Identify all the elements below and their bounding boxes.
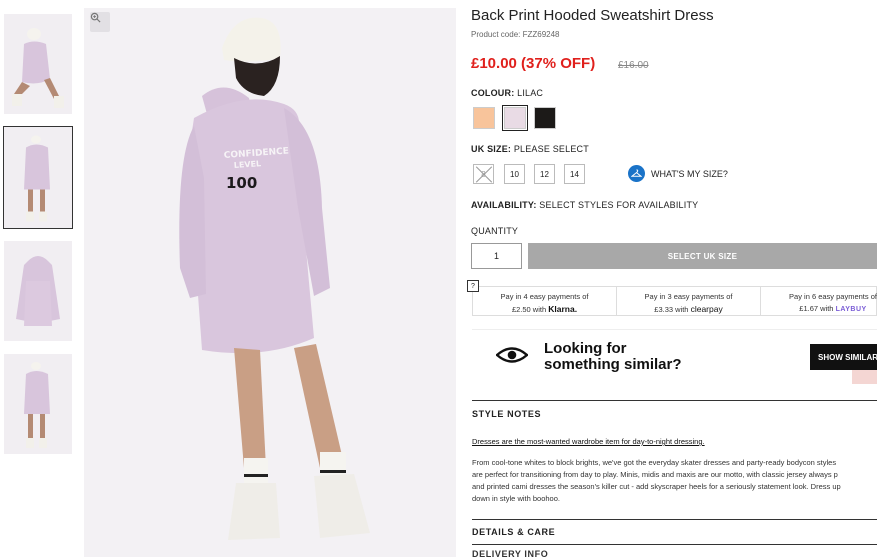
quantity-label: QUANTITY xyxy=(471,226,519,236)
quantity-input[interactable]: 1 xyxy=(471,243,522,269)
product-title: Back Print Hooded Sweatshirt Dress xyxy=(471,7,714,24)
colour-label-key: COLOUR: xyxy=(471,88,515,98)
payment-clearpay-line2: £3.33 with clearpay xyxy=(617,303,760,316)
size-option-12[interactable]: 12 xyxy=(534,164,555,184)
thumbnail-1[interactable] xyxy=(4,14,72,114)
availability-label: AVAILABILITY: xyxy=(471,200,537,210)
thumbnail-3-image xyxy=(4,241,72,341)
payment-klarna[interactable]: Pay in 4 easy payments of £2.50 with Kla… xyxy=(473,287,617,315)
payment-help-icon[interactable]: ? xyxy=(467,280,479,292)
style-notes-title[interactable]: STYLE NOTES xyxy=(472,409,541,419)
similar-heading: Looking for something similar? xyxy=(544,341,682,373)
payment-klarna-line2: £2.50 with Klarna. xyxy=(473,303,616,316)
style-notes-line: down in style with boohoo. xyxy=(472,494,560,503)
was-price: £16.00 xyxy=(618,60,649,71)
sale-price: £10.00 (37% OFF) xyxy=(471,55,596,72)
payment-clearpay-line1: Pay in 3 easy payments of xyxy=(644,292,733,301)
thumbnail-4[interactable] xyxy=(4,354,72,454)
clearpay-logo: clearpay xyxy=(690,304,723,314)
style-notes-line: From cool-tone whites to block brights, … xyxy=(472,458,837,467)
size-option-10[interactable]: 10 xyxy=(504,164,525,184)
style-notes-line: are perfect for transitioning from day t… xyxy=(472,470,838,479)
zoom-button[interactable] xyxy=(90,12,110,32)
divider xyxy=(472,400,877,401)
payment-klarna-amount: £2.50 with xyxy=(511,305,547,314)
size-label-key: UK SIZE: xyxy=(471,144,512,154)
model-illustration: CONFIDENCE LEVEL 100 xyxy=(84,8,456,557)
thumbnail-4-image xyxy=(4,354,72,454)
style-notes-line: and printed cami dresses the season's ki… xyxy=(472,482,841,491)
swatch-black[interactable] xyxy=(534,107,556,129)
payment-laybuy[interactable]: Pay in 6 easy payments of £1.67 with LAY… xyxy=(761,287,877,315)
size-option-14[interactable]: 14 xyxy=(564,164,585,184)
similar-banner: Looking for something similar? SHOW SIMI… xyxy=(472,329,877,384)
payment-clearpay-amount: £3.33 with xyxy=(654,305,689,314)
size-option-8[interactable]: 8 xyxy=(473,164,494,184)
similar-heading-line1: Looking for xyxy=(544,340,627,357)
divider xyxy=(472,544,877,545)
laybuy-logo: LAYBUY xyxy=(835,306,867,313)
whats-my-size-label: WHAT'S MY SIZE? xyxy=(651,168,728,179)
payment-clearpay[interactable]: Pay in 3 easy payments of £3.33 with cle… xyxy=(617,287,761,315)
style-notes-body: From cool-tone whites to block brights, … xyxy=(472,457,877,505)
availability: AVAILABILITY: SELECT STYLES FOR AVAILABI… xyxy=(471,200,698,210)
delivery-info-title[interactable]: DELIVERY INFO xyxy=(472,549,548,557)
thumbnail-2-image xyxy=(4,127,72,228)
eye-icon xyxy=(496,347,528,363)
size-label: UK SIZE: PLEASE SELECT xyxy=(471,144,589,154)
thumbnail-3[interactable] xyxy=(4,241,72,341)
details-care-title[interactable]: DETAILS & CARE xyxy=(472,527,555,537)
thumbnail-list xyxy=(3,14,73,467)
hanger-icon xyxy=(628,165,645,182)
availability-value: SELECT STYLES FOR AVAILABILITY xyxy=(539,200,699,210)
thumbnail-1-image xyxy=(4,14,72,114)
klarna-logo: Klarna. xyxy=(548,304,578,314)
main-product-image[interactable]: CONFIDENCE LEVEL 100 xyxy=(84,8,456,557)
payment-klarna-line1: Pay in 4 easy payments of xyxy=(500,292,589,301)
swatch-lilac[interactable] xyxy=(502,105,528,131)
payment-laybuy-amount: £1.67 with xyxy=(799,304,834,313)
whats-my-size-link[interactable]: WHAT'S MY SIZE? xyxy=(628,165,728,182)
payment-options: Pay in 4 easy payments of £2.50 with Kla… xyxy=(472,286,877,316)
divider xyxy=(472,519,877,520)
similar-decoration xyxy=(852,370,877,384)
size-selected: PLEASE SELECT xyxy=(513,144,589,154)
select-size-button[interactable]: SELECT UK SIZE xyxy=(528,243,877,269)
back-print-line2: LEVEL xyxy=(234,159,262,170)
show-similar-button[interactable]: SHOW SIMILAR xyxy=(810,344,877,370)
payment-laybuy-line1: Pay in 6 easy payments of xyxy=(789,292,877,301)
back-print-line3: 100 xyxy=(226,174,257,192)
style-notes-link[interactable]: Dresses are the most-wanted wardrobe ite… xyxy=(472,437,705,446)
product-page: CONFIDENCE LEVEL 100 Back Print Hooded S… xyxy=(0,0,877,557)
colour-label: COLOUR: LILAC xyxy=(471,88,543,98)
product-code: Product code: FZZ69248 xyxy=(471,30,560,39)
payment-laybuy-line2: £1.67 with LAYBUY xyxy=(761,303,877,316)
colour-selected: LILAC xyxy=(517,88,544,98)
thumbnail-2[interactable] xyxy=(3,126,73,229)
swatch-peach[interactable] xyxy=(473,107,495,129)
similar-heading-line2: something similar? xyxy=(544,356,682,373)
zoom-icon xyxy=(90,12,101,23)
